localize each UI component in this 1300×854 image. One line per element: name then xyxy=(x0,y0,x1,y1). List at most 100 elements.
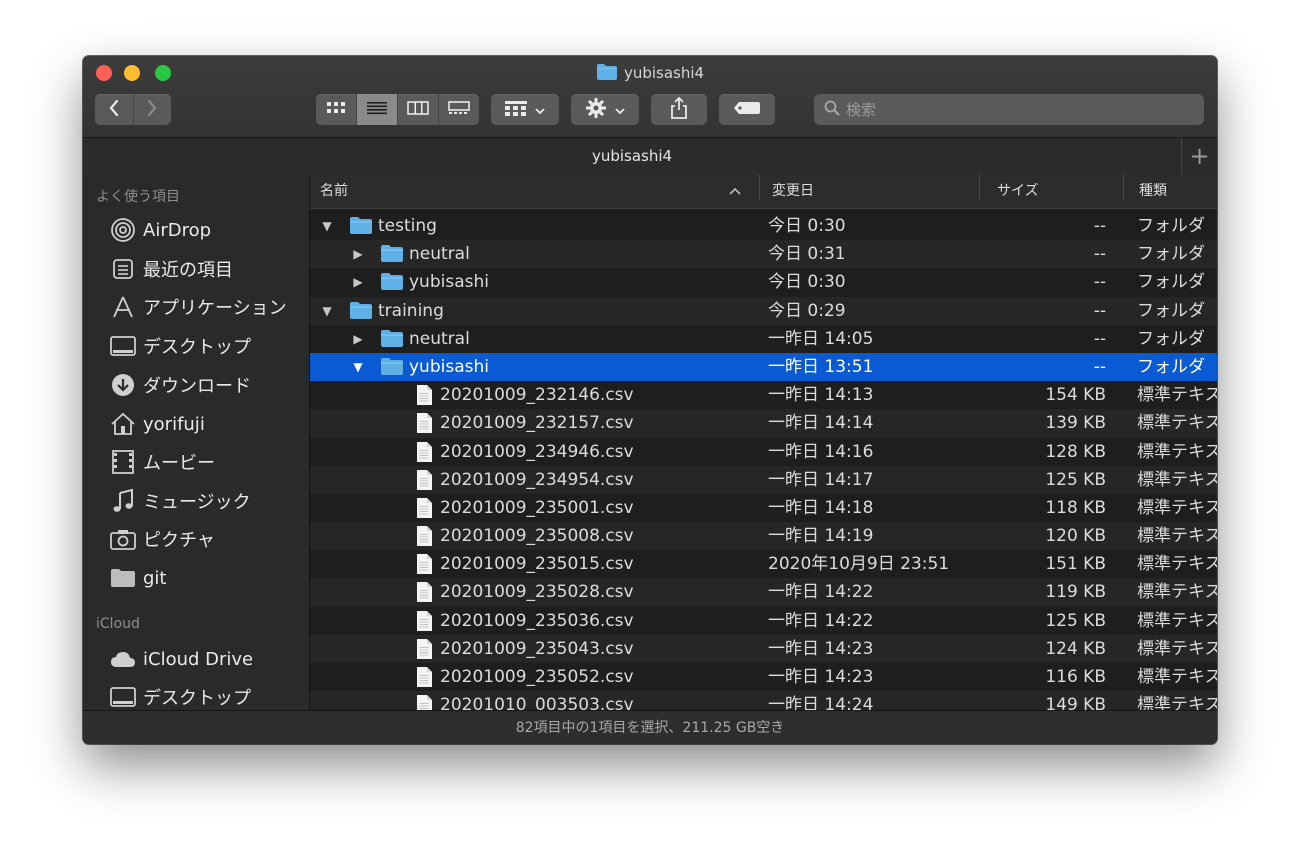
column-size-header[interactable]: サイズ xyxy=(997,175,1039,208)
file-row[interactable]: 20201009_235028.csv 一昨日 14:22 119 KB 標準テキス xyxy=(310,578,1217,607)
row-size: 116 KB xyxy=(1045,667,1106,687)
column-date-header[interactable]: 変更日 xyxy=(772,175,814,208)
chevron-left-icon xyxy=(108,99,120,121)
chevron-down-icon xyxy=(535,100,545,119)
column-divider[interactable] xyxy=(1123,175,1124,200)
disclosure-triangle-expanded-icon[interactable]: ▼ xyxy=(320,212,334,240)
back-forward-group xyxy=(95,94,171,125)
sidebar-item-pictures[interactable]: ピクチャ xyxy=(109,524,215,554)
group-by-button[interactable] xyxy=(491,94,559,125)
search-placeholder: 検索 xyxy=(846,101,877,119)
file-row[interactable]: 20201009_234946.csv 一昨日 14:16 128 KB 標準テキス xyxy=(310,438,1217,466)
sidebar-item-music[interactable]: ミュージック xyxy=(109,486,251,516)
row-name: 20201009_232157.csv xyxy=(440,413,634,434)
row-date: 一昨日 13:51 xyxy=(768,356,874,377)
column-divider[interactable] xyxy=(759,175,760,200)
icon-view-button[interactable] xyxy=(316,94,357,125)
sidebar-item-downloads[interactable]: ダウンロード xyxy=(109,370,251,400)
row-name: yubisashi xyxy=(409,272,489,293)
action-button[interactable] xyxy=(571,94,639,125)
folder-icon xyxy=(349,301,373,325)
file-row[interactable]: 20201009_232146.csv 一昨日 14:13 154 KB 標準テキス xyxy=(310,381,1217,409)
file-row[interactable]: 20201009_235008.csv 一昨日 14:19 120 KB 標準テキス xyxy=(310,522,1217,551)
row-size: -- xyxy=(1093,272,1106,293)
file-row[interactable]: 20201009_235043.csv 一昨日 14:23 124 KB 標準テキス xyxy=(310,634,1217,663)
row-date: 一昨日 14:14 xyxy=(768,413,874,434)
disclosure-triangle-expanded-icon[interactable]: ▼ xyxy=(320,297,334,325)
text-file-icon xyxy=(415,497,433,524)
row-kind: 標準テキス xyxy=(1137,441,1217,462)
row-name: 20201009_235043.csv xyxy=(440,638,634,659)
sidebar-item-recents[interactable]: 最近の項目 xyxy=(109,254,233,284)
list-view-button[interactable] xyxy=(357,94,398,125)
sidebar-item-movies[interactable]: ムービー xyxy=(109,447,215,477)
row-date: 一昨日 14:22 xyxy=(768,610,874,631)
row-name: 20201009_235036.csv xyxy=(440,610,634,631)
file-row[interactable]: 20201009_235001.csv 一昨日 14:18 118 KB 標準テキス xyxy=(310,494,1217,522)
share-button[interactable] xyxy=(651,94,707,125)
row-kind: フォルダ xyxy=(1137,216,1205,236)
column-view-button[interactable] xyxy=(398,94,439,125)
text-file-icon xyxy=(415,412,433,439)
file-row[interactable]: 20201009_235052.csv 一昨日 14:23 116 KB 標準テキス xyxy=(310,663,1217,691)
disclosure-triangle-expanded-icon[interactable]: ▼ xyxy=(351,353,365,381)
folder-row[interactable]: ▼ yubisashi 一昨日 13:51 -- フォルダ xyxy=(310,352,1217,382)
text-file-icon xyxy=(415,469,433,496)
row-name: neutral xyxy=(409,244,470,265)
row-kind: 標準テキス xyxy=(1137,582,1217,603)
row-kind: 標準テキス xyxy=(1137,497,1217,518)
row-kind: フォルダ xyxy=(1137,244,1205,265)
file-rows: ▼ testing 今日 0:30 -- フォルダ ▶ neutral 今日 0:31 -- フォ… xyxy=(310,212,1217,710)
column-divider[interactable] xyxy=(979,175,980,200)
disclosure-triangle-collapsed-icon[interactable]: ▶ xyxy=(351,325,365,353)
sidebar-item-desktop[interactable]: デスクトップ xyxy=(109,331,251,361)
row-kind: 標準テキス xyxy=(1137,610,1217,631)
file-row[interactable]: 20201009_234954.csv 一昨日 14:17 125 KB 標準テキス xyxy=(310,465,1217,496)
row-name: 20201009_235001.csv xyxy=(440,497,634,518)
row-kind: 標準テキス xyxy=(1137,413,1217,434)
titlebar: yubisashi4 検索 xyxy=(83,56,1217,138)
sidebar: よく使う項目 AirDrop 最近の項目 アプリケーション デスクトップ ダウン… xyxy=(83,175,310,710)
row-date: 一昨日 14:05 xyxy=(768,328,874,349)
search-field[interactable]: 検索 xyxy=(814,94,1204,125)
camera-icon xyxy=(109,526,137,552)
sidebar-item-label: ミュージック xyxy=(143,492,251,513)
sidebar-item-git[interactable]: git xyxy=(109,563,166,593)
folder-row[interactable]: ▶ yubisashi 今日 0:30 -- フォルダ xyxy=(310,268,1217,296)
disclosure-triangle-collapsed-icon[interactable]: ▶ xyxy=(351,268,365,296)
folder-row[interactable]: ▶ neutral 今日 0:31 -- フォルダ xyxy=(310,240,1217,269)
file-row[interactable]: 20201010_003503.csv 一昨日 14:24 149 KB 標準テキス xyxy=(310,691,1217,710)
folder-row[interactable]: ▼ testing 今日 0:30 -- フォルダ xyxy=(310,212,1217,240)
window-title: yubisashi4 xyxy=(83,62,1217,87)
forward-button[interactable] xyxy=(134,94,172,125)
folder-row[interactable]: ▼ training 今日 0:29 -- フォルダ xyxy=(310,296,1217,325)
file-row[interactable]: 20201009_235015.csv 2020年10月9日 23:51 151 K… xyxy=(310,550,1217,578)
tags-button[interactable] xyxy=(719,94,775,125)
sidebar-item-label: yorifuji xyxy=(143,413,205,435)
list-icon xyxy=(367,100,387,119)
sidebar-item-icloud-drive[interactable]: iCloud Drive xyxy=(109,644,253,674)
row-size: 120 KB xyxy=(1045,526,1106,547)
file-row[interactable]: 20201009_232157.csv 一昨日 14:14 139 KB 標準テキス xyxy=(310,409,1217,439)
new-tab-button[interactable]: + xyxy=(1181,138,1217,175)
sidebar-item-airdrop[interactable]: AirDrop xyxy=(109,215,211,245)
row-name: 20201009_234946.csv xyxy=(440,441,634,462)
back-button[interactable] xyxy=(95,94,134,125)
column-kind-header[interactable]: 種類 xyxy=(1139,175,1167,208)
downloads-icon xyxy=(109,372,137,398)
row-size: -- xyxy=(1093,328,1106,349)
sidebar-item-label: git xyxy=(143,567,167,589)
tab-yubisashi4[interactable]: yubisashi4 xyxy=(83,138,1181,175)
sidebar-item-icloud-desktop[interactable]: デスクトップ xyxy=(109,682,251,710)
row-kind: フォルダ xyxy=(1137,272,1205,293)
sidebar-item-applications[interactable]: アプリケーション xyxy=(109,292,287,322)
column-name-header[interactable]: 名前 xyxy=(320,175,348,208)
row-size: 139 KB xyxy=(1045,413,1106,434)
disclosure-triangle-collapsed-icon[interactable]: ▶ xyxy=(351,240,365,268)
row-size: -- xyxy=(1093,216,1106,236)
sort-ascending-icon xyxy=(729,175,741,208)
folder-row[interactable]: ▶ neutral 一昨日 14:05 -- フォルダ xyxy=(310,325,1217,353)
sidebar-item-home[interactable]: yorifuji xyxy=(109,409,205,439)
file-row[interactable]: 20201009_235036.csv 一昨日 14:22 125 KB 標準テキス xyxy=(310,607,1217,635)
gallery-view-button[interactable] xyxy=(439,94,479,125)
